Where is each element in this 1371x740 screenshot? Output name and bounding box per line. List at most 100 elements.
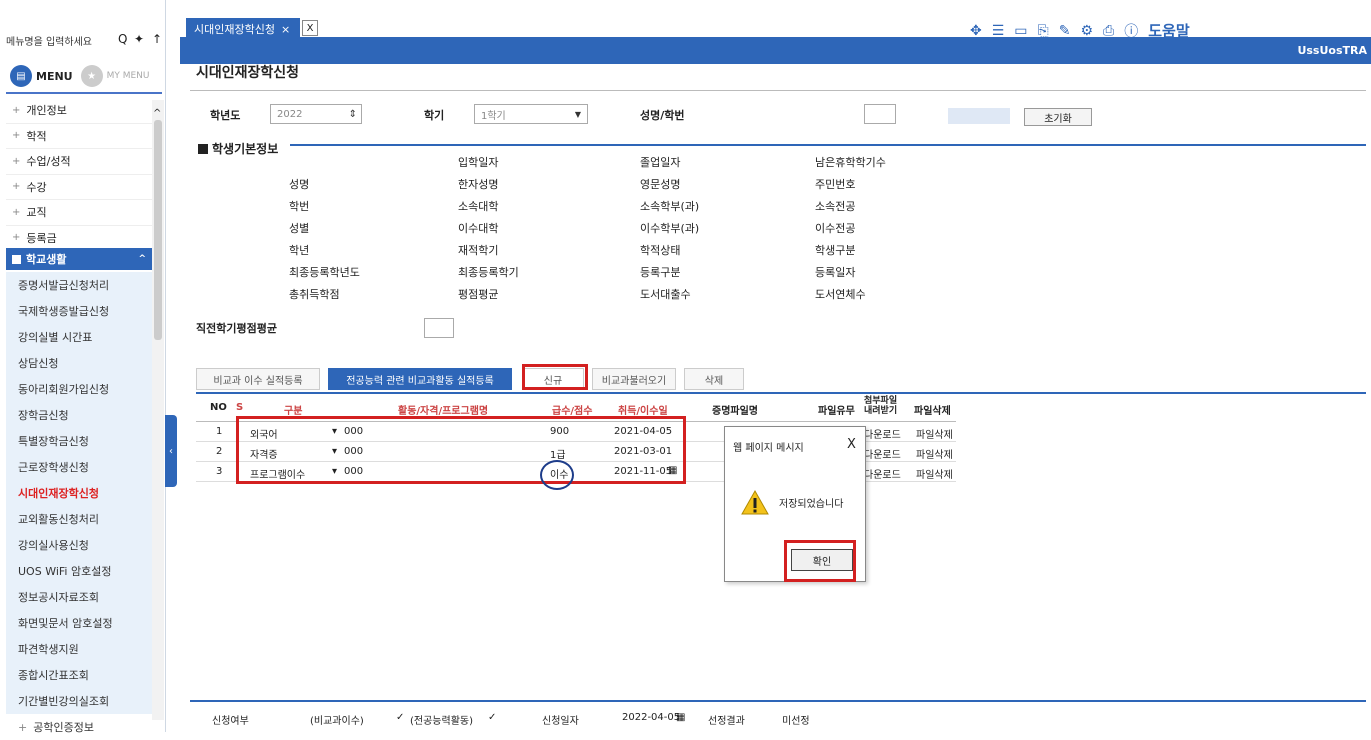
result-label: 선정결과 [708,716,745,727]
info-label: 소속학부(과) [640,200,700,213]
warning-icon [741,489,769,515]
header-band: UssUosTRA [180,40,1371,64]
sidebar-sub-item[interactable]: 화면및문서 암호설정 [6,610,152,636]
sidebar-sub-item[interactable]: 특별장학금신청 [6,428,152,454]
file-delete-link[interactable]: 파일삭제 [916,466,953,481]
sidebar-sub-item[interactable]: 교외활동신청처리 [6,506,152,532]
sidebar-sub-item[interactable]: 기간별빈강의실조회 [6,688,152,714]
bullet-icon [198,143,208,154]
sidebar-sub-item[interactable]: UOS WiFi 암호설정 [6,558,152,584]
info-label: 학생구분 [815,244,856,257]
chevron-up-icon: ^ [138,254,146,264]
sidebar-collapse-toggle[interactable]: ‹ [165,415,177,487]
sidebar-item-academic[interactable]: + 학적 [6,124,152,149]
year-input[interactable]: 2022 ⇕ [270,104,362,124]
sidebar-sub-item-active[interactable]: 시대인재장학신청 [6,480,152,506]
dialog-title: 웹 페이지 메시지 [733,443,804,454]
sidebar-sub-item[interactable]: 강의실별 시간표 [6,324,152,350]
mymenu-label: MY MENU [106,71,150,81]
highlight-completion-circle [540,460,574,490]
sidebar-sub-item[interactable]: 증명서발급신청처리 [6,272,152,298]
tab-close-icon[interactable]: × [281,23,290,36]
sidebar-category-campus-life[interactable]: 학교생활 ^ [6,248,152,270]
tab-noncurricular[interactable]: 비교과 이수 실적등록 [196,368,320,390]
delete-button[interactable]: 삭제 [684,368,744,390]
load-noncurricular-button[interactable]: 비교과불러오기 [592,368,676,390]
sidebar-sub-item[interactable]: 동아리회원가입신청 [6,376,152,402]
info-label: 총취득학점 [289,288,340,301]
apply-label: 신청여부 [212,716,249,727]
edit-icon[interactable]: ✎ [1059,23,1071,39]
sidebar-sub-item[interactable]: 파견학생지원 [6,636,152,662]
spinner-icon[interactable]: ⇕ [349,109,357,120]
sidebar-submenu: 증명서발급신청처리 국제학생증발급신청 강의실별 시간표 상담신청 동아리회원가… [6,272,152,740]
menu-label: MENU [36,69,73,83]
highlight-ok-button [784,540,856,582]
menu-tab[interactable]: ▤ MENU [10,62,73,90]
search-icon[interactable]: Q [118,32,127,46]
year-label: 학년도 [210,109,241,122]
search-button[interactable] [948,108,1010,124]
dialog-close-button[interactable]: X [847,437,856,452]
term-select[interactable]: 1학기 ▼ [474,104,588,124]
sidebar-sub-item[interactable]: 강의실사용신청 [6,532,152,558]
sidebar-scrollbar[interactable]: ^ [152,100,164,720]
download-link[interactable]: 다운로드 [864,426,901,441]
info-icon[interactable]: ⓘ [1124,21,1138,41]
reset-button[interactable]: 초기화 [1024,108,1092,126]
header-activity: 활동/자격/프로그램명 [398,406,489,417]
export-icon[interactable]: ⎘ [1038,23,1049,39]
pin-icon[interactable]: ✦ [134,32,144,46]
page-title: 시대인재장학신청 [196,65,300,81]
print-icon[interactable]: ⎙ [1103,23,1114,39]
noncurricular-checkbox[interactable]: ✓ [396,712,404,723]
sidebar-item-personal[interactable]: + 개인정보 [6,98,152,124]
chevron-down-icon[interactable]: ▼ [575,110,581,119]
settings-icon[interactable]: ⚙ [1080,23,1093,39]
sidebar-item-engineering[interactable]: + 공학인증정보 [6,714,152,740]
tab-scholarship[interactable]: 시대인재장학신청 × [186,18,300,40]
sidebar-sub-item[interactable]: 국제학생증발급신청 [6,298,152,324]
calendar-icon[interactable]: ▦ [676,712,685,723]
expand-icon[interactable]: ✥ [970,23,982,39]
sidebar-item-courses[interactable]: + 수업/성적 [6,149,152,175]
help-button[interactable]: 도움말 [1148,20,1189,41]
plus-icon: + [12,155,21,167]
menu-icon: ▤ [10,65,32,87]
sidebar-sub-item[interactable]: 근로장학생신청 [6,454,152,480]
major-activity-label: (전공능력활동) [410,716,474,727]
sidebar-sub-item[interactable]: 종합시간표조회 [6,662,152,688]
sidebar-item-teaching[interactable]: + 교직 [6,200,152,226]
list-icon[interactable]: ☰ [992,23,1005,39]
highlight-rows [236,416,686,484]
header-grade: 급수/점수 [552,406,593,417]
noncurricular-label: (비교과이수) [310,716,364,727]
header-cert-file: 증명파일명 [712,406,758,417]
info-label: 졸업일자 [640,156,681,169]
layout-icon[interactable]: ▭ [1014,23,1027,39]
lock-icon[interactable]: ↑ [152,32,162,46]
info-label: 평점평균 [458,288,499,301]
menu-search-input[interactable]: 메뉴명을 입력하세요 [6,33,92,48]
info-label: 성명 [289,178,310,191]
chevron-up-icon[interactable]: ^ [153,108,161,119]
file-delete-link[interactable]: 파일삭제 [916,426,953,441]
major-activity-checkbox[interactable]: ✓ [488,712,496,723]
apply-date-value: 2022-04-05 [622,712,681,723]
name-input[interactable] [864,104,896,124]
sidebar-sub-item[interactable]: 장학금신청 [6,402,152,428]
sidebar: 메뉴명을 입력하세요 Q ✦ ↑ ▤ MENU ★ MY MENU + 개인정보 … [0,0,166,740]
download-link[interactable]: 다운로드 [864,466,901,481]
info-label: 한자성명 [458,178,499,191]
minus-icon [12,254,21,264]
header-no: NO [210,402,227,413]
tab-major-activity[interactable]: 전공능력 관련 비교과활동 실적등록 [328,368,512,390]
menu-search[interactable]: 메뉴명을 입력하세요 Q ✦ ↑ [6,30,162,50]
sidebar-sub-item[interactable]: 상담신청 [6,350,152,376]
sidebar-sub-item[interactable]: 정보공시자료조회 [6,584,152,610]
mymenu-tab[interactable]: ★ MY MENU [80,62,150,90]
file-delete-link[interactable]: 파일삭제 [916,446,953,461]
download-link[interactable]: 다운로드 [864,446,901,461]
sidebar-item-registration[interactable]: + 수강 [6,175,152,200]
close-all-tabs-button[interactable]: X [302,20,318,36]
